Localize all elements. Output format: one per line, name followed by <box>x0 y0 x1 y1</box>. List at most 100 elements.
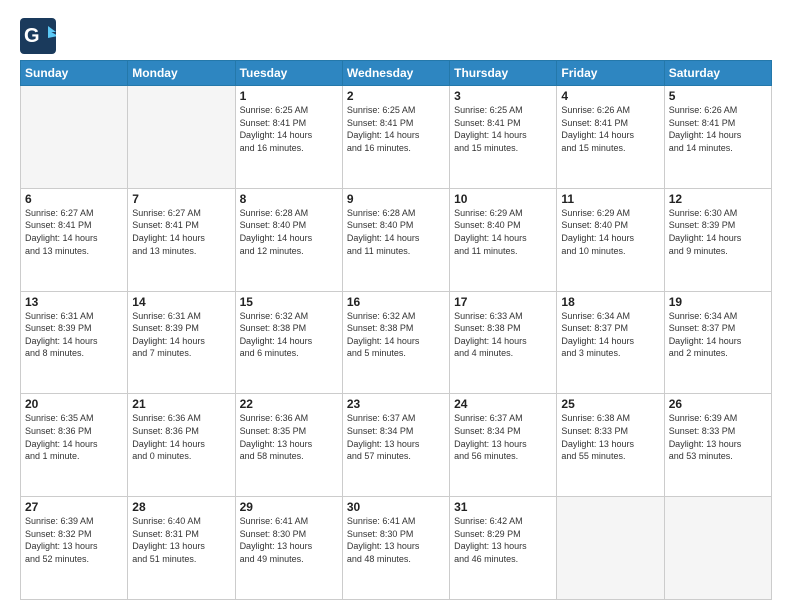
day-info: Sunrise: 6:28 AM Sunset: 8:40 PM Dayligh… <box>240 207 338 257</box>
day-number: 23 <box>347 397 445 411</box>
day-number: 3 <box>454 89 552 103</box>
day-number: 28 <box>132 500 230 514</box>
weekday-header-thursday: Thursday <box>450 61 557 86</box>
day-number: 13 <box>25 295 123 309</box>
day-info: Sunrise: 6:42 AM Sunset: 8:29 PM Dayligh… <box>454 515 552 565</box>
day-number: 17 <box>454 295 552 309</box>
header: G <box>20 18 772 54</box>
calendar-cell: 31Sunrise: 6:42 AM Sunset: 8:29 PM Dayli… <box>450 497 557 600</box>
calendar-table: SundayMondayTuesdayWednesdayThursdayFrid… <box>20 60 772 600</box>
day-number: 30 <box>347 500 445 514</box>
day-info: Sunrise: 6:37 AM Sunset: 8:34 PM Dayligh… <box>454 412 552 462</box>
day-info: Sunrise: 6:34 AM Sunset: 8:37 PM Dayligh… <box>561 310 659 360</box>
calendar-cell: 8Sunrise: 6:28 AM Sunset: 8:40 PM Daylig… <box>235 188 342 291</box>
day-info: Sunrise: 6:32 AM Sunset: 8:38 PM Dayligh… <box>240 310 338 360</box>
calendar-cell: 11Sunrise: 6:29 AM Sunset: 8:40 PM Dayli… <box>557 188 664 291</box>
logo-icon: G <box>20 18 56 54</box>
calendar-cell <box>128 86 235 189</box>
day-number: 14 <box>132 295 230 309</box>
week-row-1: 1Sunrise: 6:25 AM Sunset: 8:41 PM Daylig… <box>21 86 772 189</box>
day-info: Sunrise: 6:31 AM Sunset: 8:39 PM Dayligh… <box>132 310 230 360</box>
calendar-cell: 3Sunrise: 6:25 AM Sunset: 8:41 PM Daylig… <box>450 86 557 189</box>
weekday-header-tuesday: Tuesday <box>235 61 342 86</box>
day-number: 5 <box>669 89 767 103</box>
calendar-cell: 20Sunrise: 6:35 AM Sunset: 8:36 PM Dayli… <box>21 394 128 497</box>
calendar-cell: 5Sunrise: 6:26 AM Sunset: 8:41 PM Daylig… <box>664 86 771 189</box>
day-info: Sunrise: 6:39 AM Sunset: 8:32 PM Dayligh… <box>25 515 123 565</box>
day-number: 22 <box>240 397 338 411</box>
calendar-cell: 26Sunrise: 6:39 AM Sunset: 8:33 PM Dayli… <box>664 394 771 497</box>
calendar-cell: 10Sunrise: 6:29 AM Sunset: 8:40 PM Dayli… <box>450 188 557 291</box>
day-number: 9 <box>347 192 445 206</box>
calendar-cell: 23Sunrise: 6:37 AM Sunset: 8:34 PM Dayli… <box>342 394 449 497</box>
calendar-cell: 24Sunrise: 6:37 AM Sunset: 8:34 PM Dayli… <box>450 394 557 497</box>
day-info: Sunrise: 6:26 AM Sunset: 8:41 PM Dayligh… <box>669 104 767 154</box>
day-info: Sunrise: 6:25 AM Sunset: 8:41 PM Dayligh… <box>347 104 445 154</box>
calendar-cell: 7Sunrise: 6:27 AM Sunset: 8:41 PM Daylig… <box>128 188 235 291</box>
logo: G <box>20 18 60 54</box>
day-info: Sunrise: 6:39 AM Sunset: 8:33 PM Dayligh… <box>669 412 767 462</box>
day-number: 24 <box>454 397 552 411</box>
calendar-cell <box>664 497 771 600</box>
day-number: 15 <box>240 295 338 309</box>
day-info: Sunrise: 6:32 AM Sunset: 8:38 PM Dayligh… <box>347 310 445 360</box>
day-info: Sunrise: 6:36 AM Sunset: 8:36 PM Dayligh… <box>132 412 230 462</box>
calendar-cell <box>557 497 664 600</box>
calendar-cell: 16Sunrise: 6:32 AM Sunset: 8:38 PM Dayli… <box>342 291 449 394</box>
calendar-cell: 30Sunrise: 6:41 AM Sunset: 8:30 PM Dayli… <box>342 497 449 600</box>
day-number: 18 <box>561 295 659 309</box>
day-info: Sunrise: 6:25 AM Sunset: 8:41 PM Dayligh… <box>240 104 338 154</box>
svg-text:G: G <box>24 25 40 47</box>
day-number: 20 <box>25 397 123 411</box>
week-row-5: 27Sunrise: 6:39 AM Sunset: 8:32 PM Dayli… <box>21 497 772 600</box>
day-info: Sunrise: 6:29 AM Sunset: 8:40 PM Dayligh… <box>561 207 659 257</box>
calendar-cell: 28Sunrise: 6:40 AM Sunset: 8:31 PM Dayli… <box>128 497 235 600</box>
day-info: Sunrise: 6:38 AM Sunset: 8:33 PM Dayligh… <box>561 412 659 462</box>
calendar-cell: 13Sunrise: 6:31 AM Sunset: 8:39 PM Dayli… <box>21 291 128 394</box>
day-number: 12 <box>669 192 767 206</box>
day-info: Sunrise: 6:26 AM Sunset: 8:41 PM Dayligh… <box>561 104 659 154</box>
calendar-cell: 14Sunrise: 6:31 AM Sunset: 8:39 PM Dayli… <box>128 291 235 394</box>
day-number: 29 <box>240 500 338 514</box>
weekday-header-wednesday: Wednesday <box>342 61 449 86</box>
calendar-cell: 19Sunrise: 6:34 AM Sunset: 8:37 PM Dayli… <box>664 291 771 394</box>
weekday-header-monday: Monday <box>128 61 235 86</box>
calendar-cell: 2Sunrise: 6:25 AM Sunset: 8:41 PM Daylig… <box>342 86 449 189</box>
calendar-cell: 4Sunrise: 6:26 AM Sunset: 8:41 PM Daylig… <box>557 86 664 189</box>
calendar-cell: 22Sunrise: 6:36 AM Sunset: 8:35 PM Dayli… <box>235 394 342 497</box>
day-info: Sunrise: 6:29 AM Sunset: 8:40 PM Dayligh… <box>454 207 552 257</box>
day-number: 11 <box>561 192 659 206</box>
day-number: 25 <box>561 397 659 411</box>
day-number: 26 <box>669 397 767 411</box>
day-info: Sunrise: 6:30 AM Sunset: 8:39 PM Dayligh… <box>669 207 767 257</box>
day-number: 2 <box>347 89 445 103</box>
day-number: 10 <box>454 192 552 206</box>
week-row-4: 20Sunrise: 6:35 AM Sunset: 8:36 PM Dayli… <box>21 394 772 497</box>
calendar-cell: 17Sunrise: 6:33 AM Sunset: 8:38 PM Dayli… <box>450 291 557 394</box>
calendar-cell: 18Sunrise: 6:34 AM Sunset: 8:37 PM Dayli… <box>557 291 664 394</box>
day-number: 27 <box>25 500 123 514</box>
day-info: Sunrise: 6:41 AM Sunset: 8:30 PM Dayligh… <box>240 515 338 565</box>
weekday-header-row: SundayMondayTuesdayWednesdayThursdayFrid… <box>21 61 772 86</box>
day-number: 8 <box>240 192 338 206</box>
weekday-header-saturday: Saturday <box>664 61 771 86</box>
calendar-cell: 29Sunrise: 6:41 AM Sunset: 8:30 PM Dayli… <box>235 497 342 600</box>
day-number: 1 <box>240 89 338 103</box>
calendar-cell: 25Sunrise: 6:38 AM Sunset: 8:33 PM Dayli… <box>557 394 664 497</box>
day-info: Sunrise: 6:28 AM Sunset: 8:40 PM Dayligh… <box>347 207 445 257</box>
day-info: Sunrise: 6:37 AM Sunset: 8:34 PM Dayligh… <box>347 412 445 462</box>
week-row-2: 6Sunrise: 6:27 AM Sunset: 8:41 PM Daylig… <box>21 188 772 291</box>
weekday-header-friday: Friday <box>557 61 664 86</box>
calendar-cell: 1Sunrise: 6:25 AM Sunset: 8:41 PM Daylig… <box>235 86 342 189</box>
calendar-cell: 6Sunrise: 6:27 AM Sunset: 8:41 PM Daylig… <box>21 188 128 291</box>
day-number: 16 <box>347 295 445 309</box>
day-info: Sunrise: 6:27 AM Sunset: 8:41 PM Dayligh… <box>25 207 123 257</box>
weekday-header-sunday: Sunday <box>21 61 128 86</box>
day-info: Sunrise: 6:31 AM Sunset: 8:39 PM Dayligh… <box>25 310 123 360</box>
day-info: Sunrise: 6:40 AM Sunset: 8:31 PM Dayligh… <box>132 515 230 565</box>
week-row-3: 13Sunrise: 6:31 AM Sunset: 8:39 PM Dayli… <box>21 291 772 394</box>
calendar-cell: 12Sunrise: 6:30 AM Sunset: 8:39 PM Dayli… <box>664 188 771 291</box>
day-info: Sunrise: 6:33 AM Sunset: 8:38 PM Dayligh… <box>454 310 552 360</box>
day-info: Sunrise: 6:35 AM Sunset: 8:36 PM Dayligh… <box>25 412 123 462</box>
day-info: Sunrise: 6:34 AM Sunset: 8:37 PM Dayligh… <box>669 310 767 360</box>
